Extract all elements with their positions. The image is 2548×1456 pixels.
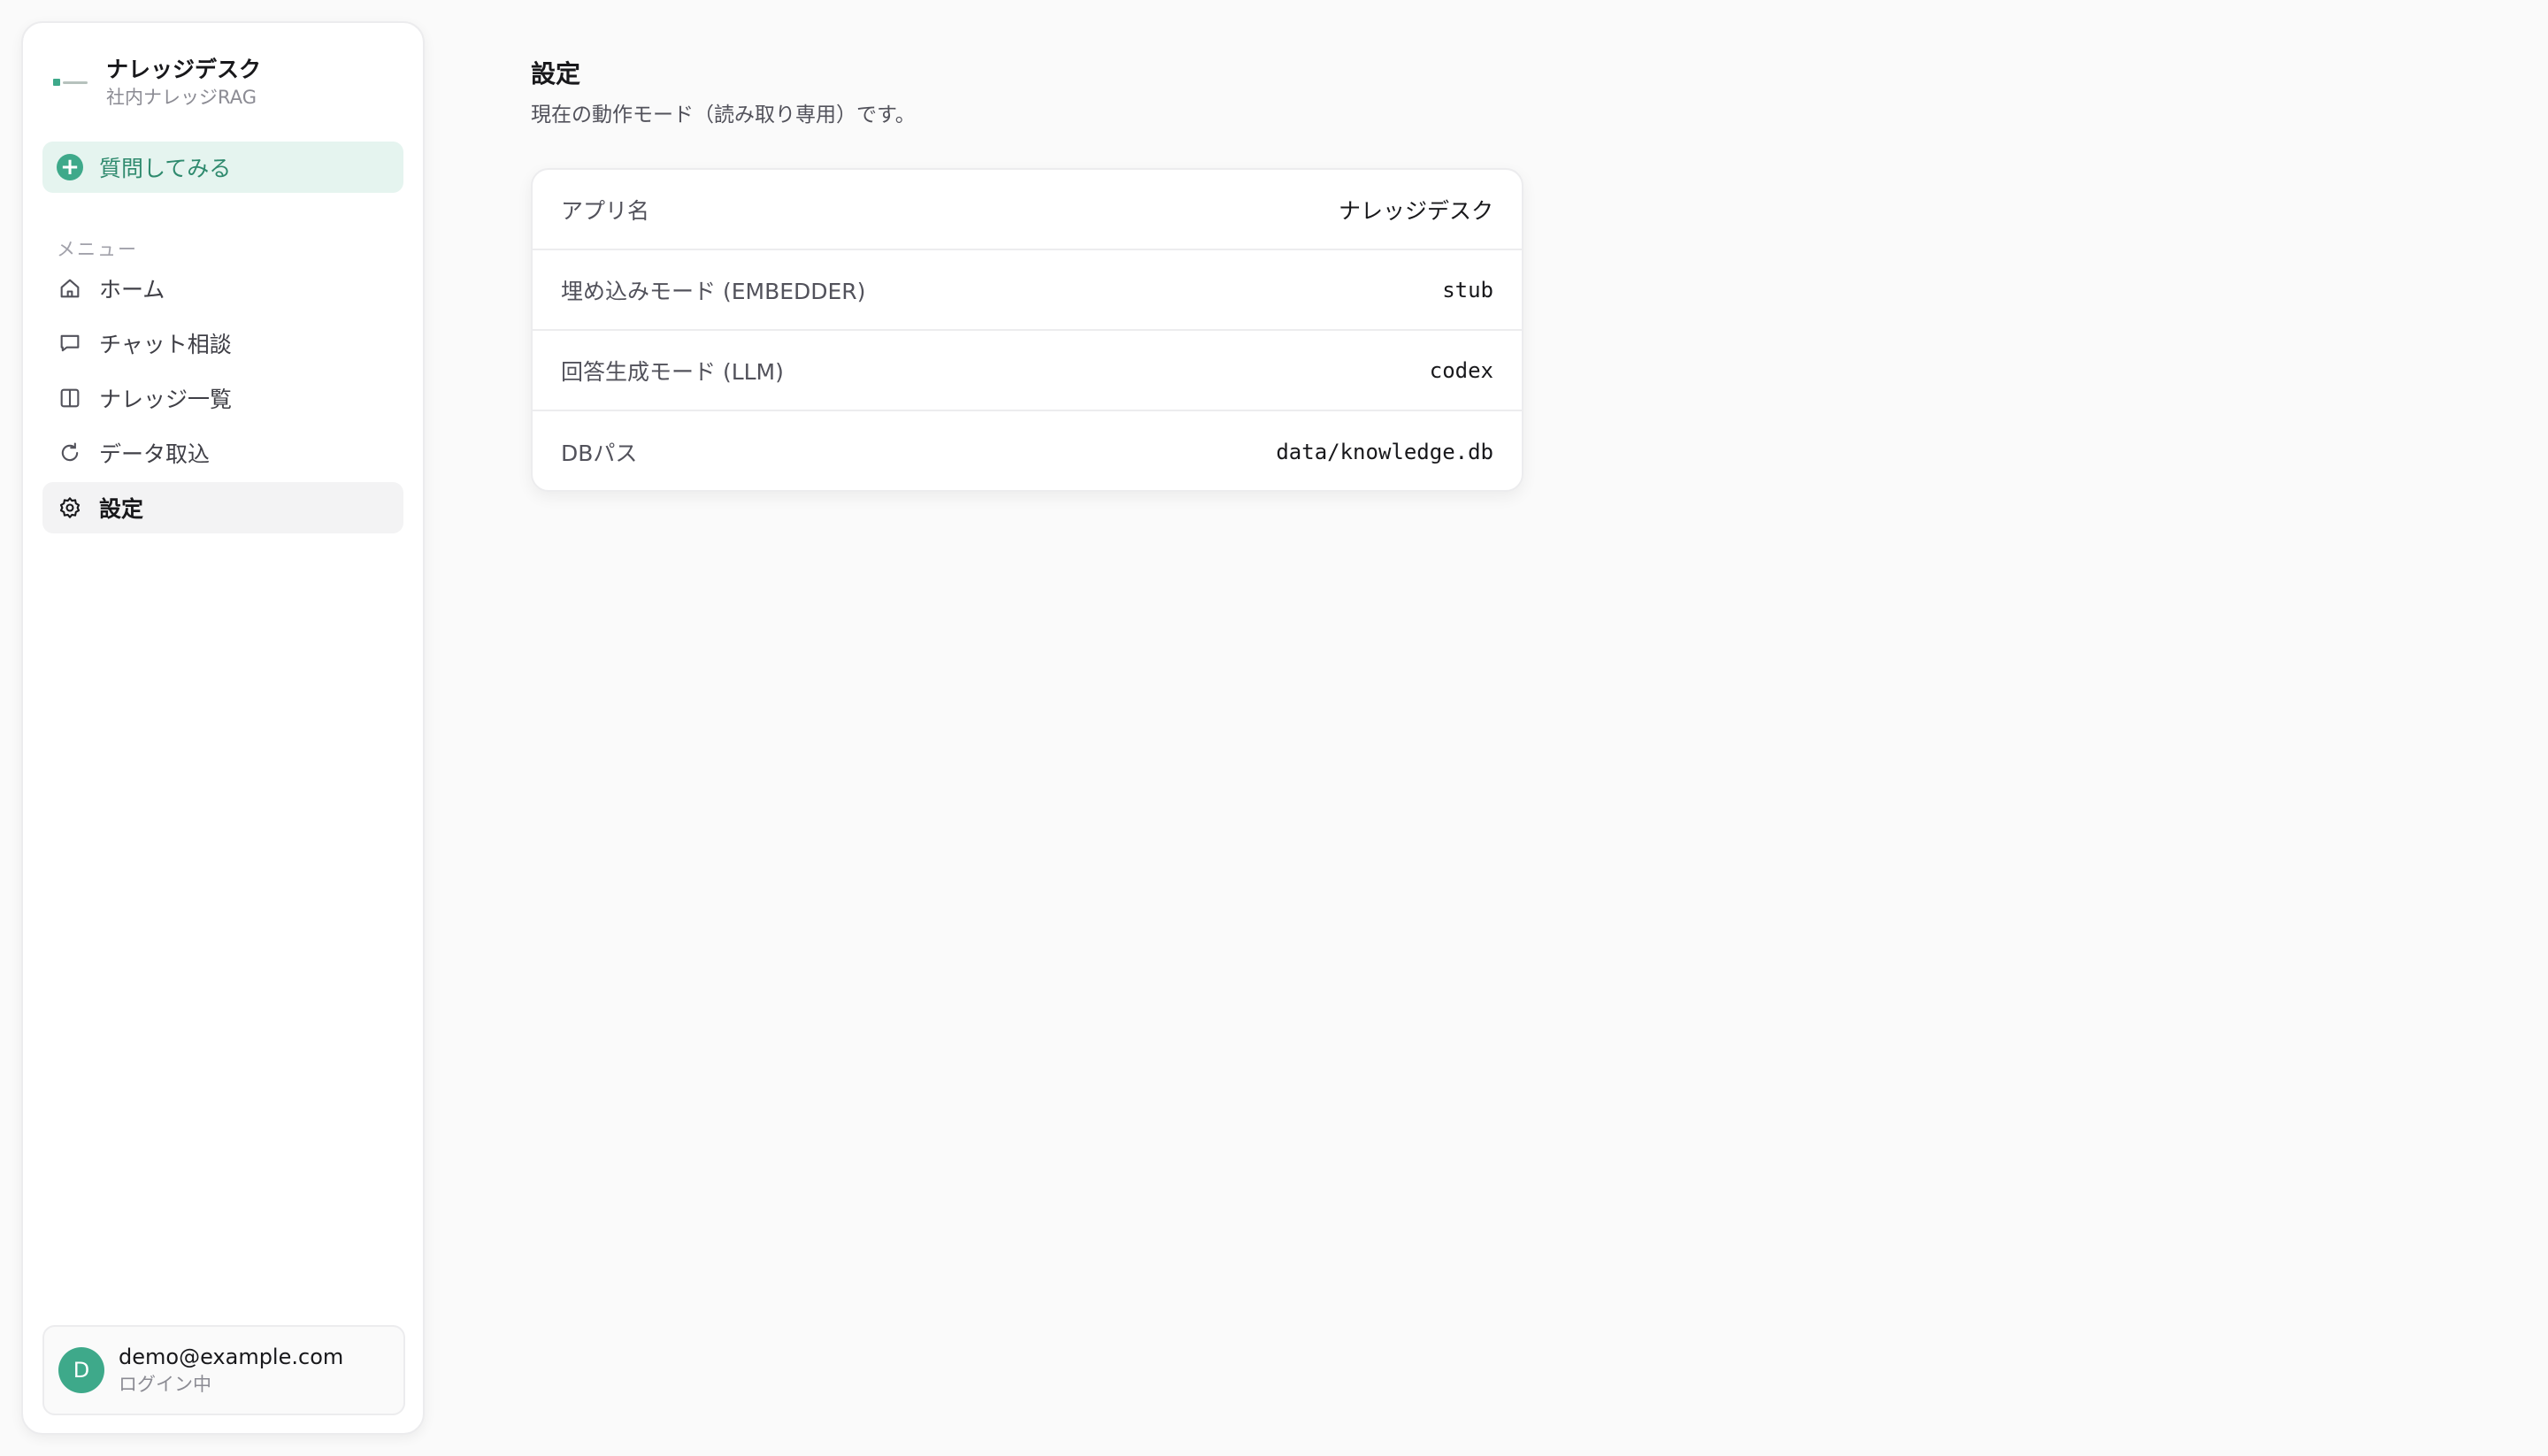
ask-question-label: 質問してみる xyxy=(99,156,232,181)
sidebar-item-knowledge-list[interactable]: ナレッジ一覧 xyxy=(42,372,403,424)
gear-icon xyxy=(57,494,83,521)
settings-row-db-path: DBパス data/knowledge.db xyxy=(533,411,1522,490)
book-icon xyxy=(57,385,83,411)
brand-subtitle: 社内ナレッジRAG xyxy=(106,87,257,108)
settings-label: DBパス xyxy=(561,440,638,466)
home-icon xyxy=(57,275,83,302)
main-content: 設定 現在の動作モード（読み取り専用）です。 xyxy=(531,57,916,133)
settings-value: data/knowledge.db xyxy=(1276,439,1493,464)
settings-label: アプリ名 xyxy=(561,197,650,224)
ask-question-button[interactable]: + 質問してみる xyxy=(42,142,403,193)
settings-card: アプリ名 ナレッジデスク 埋め込みモード (EMBEDDER) stub 回答生… xyxy=(531,168,1523,492)
settings-row-llm: 回答生成モード (LLM) codex xyxy=(533,331,1522,411)
settings-row-embedder: 埋め込みモード (EMBEDDER) stub xyxy=(533,250,1522,331)
plus-circle-icon: + xyxy=(57,154,83,180)
brand-title: ナレッジデスク xyxy=(106,57,262,82)
brand[interactable]: ナレッジデスク 社内ナレッジRAG xyxy=(53,55,261,110)
settings-row-app-name: アプリ名 ナレッジデスク xyxy=(533,170,1522,250)
sidebar-item-data-import[interactable]: データ取込 xyxy=(42,427,403,479)
settings-label: 埋め込みモード (EMBEDDER) xyxy=(561,278,866,304)
settings-value: codex xyxy=(1429,357,1493,383)
settings-value: ナレッジデスク xyxy=(1338,197,1493,224)
page-description: 現在の動作モード（読み取り専用）です。 xyxy=(531,103,916,126)
user-status: ログイン中 xyxy=(119,1374,211,1395)
refresh-icon xyxy=(57,440,83,466)
sidebar-item-label: 設定 xyxy=(99,496,144,522)
menu-heading: メニュー xyxy=(57,239,138,260)
settings-label: 回答生成モード (LLM) xyxy=(561,358,784,385)
chat-icon xyxy=(57,330,83,356)
sidebar-item-home[interactable]: ホーム xyxy=(42,263,403,314)
sidebar-item-label: ホーム xyxy=(99,277,165,303)
sidebar-item-label: チャット相談 xyxy=(99,332,232,357)
sidebar-nav: ホーム チャット相談 ナレッジ一覧 データ取込 設定 xyxy=(42,263,403,537)
sidebar-item-label: ナレッジ一覧 xyxy=(99,387,233,412)
settings-value: stub xyxy=(1442,277,1493,303)
sidebar-item-chat[interactable]: チャット相談 xyxy=(42,318,403,369)
user-card[interactable]: D demo@example.com ログイン中 xyxy=(42,1325,405,1415)
user-email: demo@example.com xyxy=(119,1345,344,1369)
page-title: 設定 xyxy=(531,59,581,88)
sidebar: ナレッジデスク 社内ナレッジRAG + 質問してみる メニュー ホーム チャット… xyxy=(21,21,425,1435)
brand-logo-icon xyxy=(53,75,88,89)
sidebar-item-settings[interactable]: 設定 xyxy=(42,482,403,533)
sidebar-item-label: データ取込 xyxy=(99,441,211,467)
avatar: D xyxy=(58,1347,104,1393)
